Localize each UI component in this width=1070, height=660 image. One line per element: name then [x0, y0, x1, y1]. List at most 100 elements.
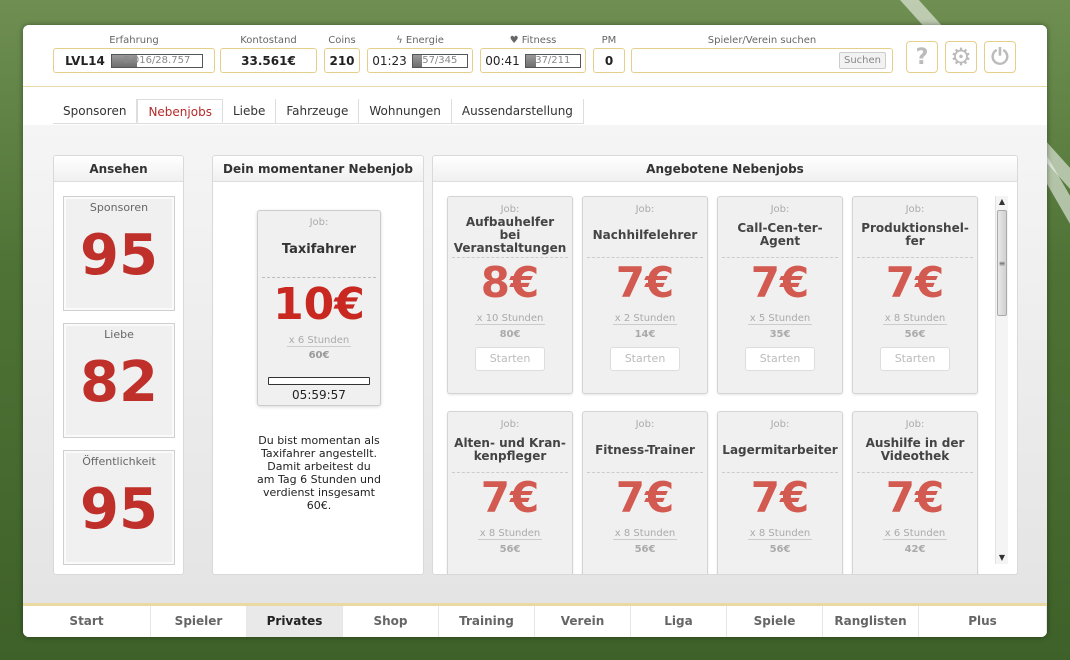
- current-job-title: Dein momentaner Nebenjob: [213, 156, 423, 182]
- job-label: Job:: [770, 204, 790, 215]
- job-name: Produktionshel-fer: [861, 221, 969, 248]
- ansehen-card-label: Sponsoren: [89, 201, 149, 214]
- experience-stat: Erfahrung LVL14 8.016/28.757: [53, 35, 215, 73]
- ansehen-card-value: 95: [80, 223, 158, 288]
- main-content: Ansehen Sponsoren 95 Liebe 82 Öffentlich…: [23, 125, 1047, 603]
- ansehen-panel: Ansehen Sponsoren 95 Liebe 82 Öffentlich…: [53, 155, 184, 575]
- tab-wohnungen[interactable]: Wohnungen: [359, 99, 452, 123]
- start-job-button[interactable]: Starten: [745, 347, 815, 371]
- nav-spiele[interactable]: Spiele: [727, 606, 823, 637]
- tab-aussendarstellung[interactable]: Aussendarstellung: [452, 99, 584, 123]
- job-name: Lagermitarbeiter: [722, 442, 838, 457]
- offered-jobs-title: Angebotene Nebenjobs: [433, 156, 1017, 182]
- heart-icon: ♥: [509, 35, 519, 46]
- bottom-navigation: Start Spieler Privates Shop Training Verein Li…: [23, 603, 1047, 637]
- nav-privates[interactable]: Privates: [247, 606, 343, 637]
- coins-stat: Coins 210: [324, 35, 360, 73]
- job-label: Job:: [500, 204, 520, 215]
- coins-label: Coins: [328, 35, 356, 46]
- job-name: Aufbauhelfer bei Veranstaltungen: [453, 214, 567, 255]
- current-job-total: 60€: [308, 350, 330, 361]
- level-badge: LVL14: [65, 53, 105, 68]
- lightning-icon: ϟ: [396, 35, 403, 46]
- energy-value: 57/345: [422, 54, 458, 66]
- nav-verein[interactable]: Verein: [535, 606, 631, 637]
- coins-value: 210: [324, 48, 360, 73]
- energy-stat: ϟ Energie 01:23 57/345: [367, 35, 473, 73]
- offered-jobs-panel: Angebotene Nebenjobs Job: Aufbauhelfer be…: [432, 155, 1018, 575]
- nav-training[interactable]: Training: [439, 606, 535, 637]
- start-job-button[interactable]: Starten: [610, 347, 680, 371]
- gear-icon[interactable]: ⚙: [945, 41, 977, 73]
- pm-stat[interactable]: PM 0: [593, 35, 625, 73]
- job-name: Fitness-Trainer: [595, 442, 695, 457]
- power-icon[interactable]: ⏻: [984, 41, 1016, 73]
- search-area: Spieler/Verein suchen Suchen: [631, 35, 893, 73]
- current-job-hours: x 6 Stunden: [286, 335, 352, 347]
- job-total: 14€: [634, 329, 656, 340]
- current-job-name: Taxifahrer: [281, 242, 357, 257]
- fitness-value: 37/211: [535, 54, 571, 66]
- current-job-card: Job: Taxifahrer 10€ x 6 Stunden 60€ 05:5…: [257, 210, 381, 406]
- search-input[interactable]: [638, 52, 833, 70]
- pm-value[interactable]: 0: [593, 48, 625, 73]
- job-name: Aushilfe in der Videothek: [865, 436, 965, 463]
- search-button[interactable]: Suchen: [838, 52, 886, 69]
- job-label: Job:: [500, 419, 520, 430]
- energy-bar: 57/345: [411, 53, 468, 68]
- job-card: Job: Aufbauhelfer bei Veranstaltungen 8€ x …: [447, 196, 573, 394]
- nav-spieler[interactable]: Spieler: [151, 606, 247, 637]
- job-hours: x 8 Stunden: [747, 528, 813, 540]
- search-label: Spieler/Verein suchen: [707, 35, 817, 46]
- experience-value: 8.016/28.757: [123, 54, 191, 66]
- experience-label: Erfahrung: [109, 35, 159, 46]
- help-icon[interactable]: ?: [906, 41, 938, 73]
- job-card: Job: Call-Cen-ter-Agent 7€ x 5 Stunden 35€ St…: [717, 196, 843, 394]
- ansehen-card-liebe: Liebe 82: [63, 323, 175, 438]
- job-hours: x 6 Stunden: [882, 528, 948, 540]
- nav-start[interactable]: Start: [23, 606, 151, 637]
- job-total: 56€: [904, 329, 926, 340]
- fitness-label: Fitness: [521, 35, 557, 46]
- scroll-thumb[interactable]: ≡: [997, 210, 1007, 316]
- job-price: 8€: [480, 258, 540, 307]
- experience-bar: 8.016/28.757: [110, 53, 203, 68]
- nav-plus[interactable]: Plus: [919, 606, 1047, 637]
- divider: [262, 277, 376, 278]
- job-hours: x 10 Stunden: [474, 313, 546, 325]
- nav-shop[interactable]: Shop: [343, 606, 439, 637]
- job-total: 80€: [499, 329, 521, 340]
- start-job-button[interactable]: Starten: [475, 347, 545, 371]
- current-job-progress-bar: [268, 377, 370, 385]
- job-price: 7€: [885, 258, 945, 307]
- tab-nebenjobs[interactable]: Nebenjobs: [137, 99, 223, 123]
- job-label: Job:: [905, 419, 925, 430]
- job-card: Job: Aushilfe in der Videothek 7€ x 6 Stund…: [852, 411, 978, 574]
- job-list-scrollbar[interactable]: ▲ ≡ ▼: [995, 196, 1008, 564]
- ansehen-card-sponsoren: Sponsoren 95: [63, 196, 175, 311]
- balance-value: 33.561€: [220, 48, 317, 73]
- scroll-up-icon[interactable]: ▲: [996, 196, 1008, 208]
- tab-sponsoren[interactable]: Sponsoren: [53, 99, 138, 123]
- job-price: 7€: [885, 473, 945, 522]
- job-price: 7€: [750, 258, 810, 307]
- job-total: 56€: [769, 544, 791, 555]
- job-total: 56€: [499, 544, 521, 555]
- nav-ranglisten[interactable]: Ranglisten: [823, 606, 919, 637]
- nav-liga[interactable]: Liga: [631, 606, 727, 637]
- current-job-description: Du bist momentan als Taxifahrer angestel…: [257, 434, 381, 512]
- fitness-stat: ♥ Fitness 00:41 37/211: [480, 35, 586, 73]
- tab-liebe[interactable]: Liebe: [223, 99, 277, 123]
- ansehen-card-value: 82: [80, 350, 158, 415]
- job-name: Nachhilfelehrer: [592, 227, 698, 242]
- start-job-button[interactable]: Starten: [880, 347, 950, 371]
- ansehen-card-label: Liebe: [104, 328, 134, 341]
- job-name: Call-Cen-ter-Agent: [737, 221, 823, 248]
- scroll-down-icon[interactable]: ▼: [996, 552, 1008, 564]
- job-price: 7€: [480, 473, 540, 522]
- fitness-bar: 37/211: [524, 53, 581, 68]
- tab-fahrzeuge[interactable]: Fahrzeuge: [276, 99, 360, 123]
- ansehen-card-label: Öffentlichkeit: [82, 455, 156, 468]
- job-hours: x 8 Stunden: [477, 528, 543, 540]
- job-total: 42€: [904, 544, 926, 555]
